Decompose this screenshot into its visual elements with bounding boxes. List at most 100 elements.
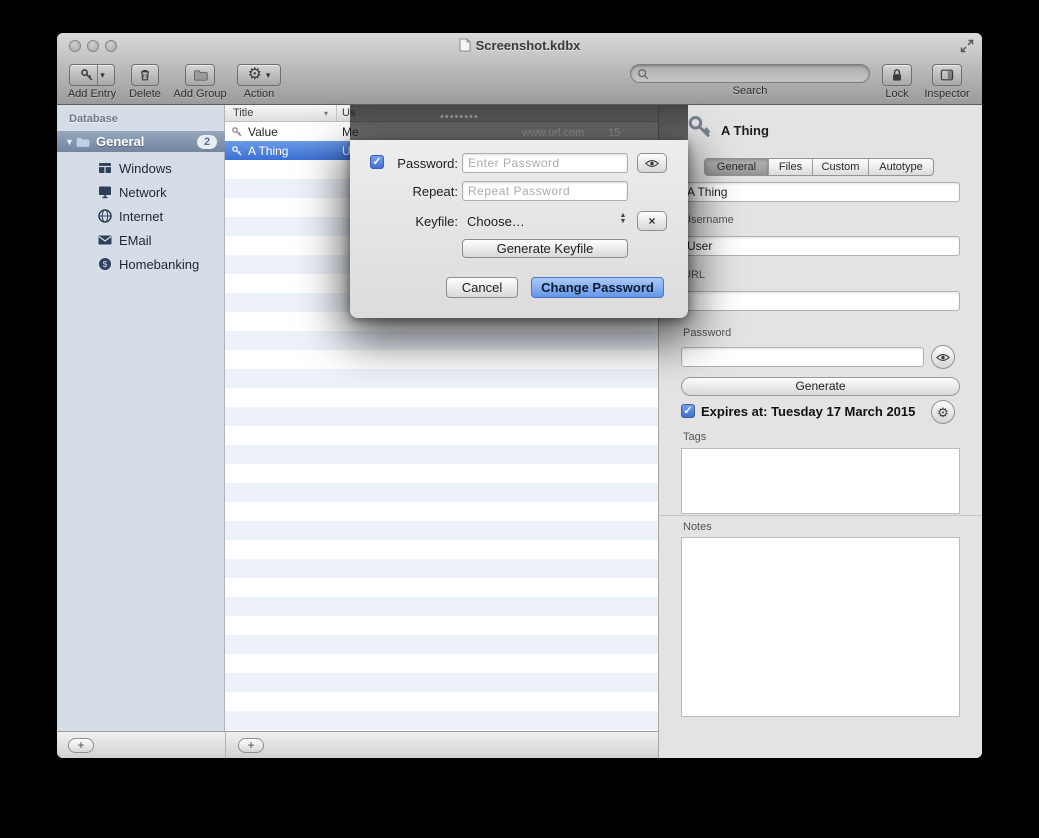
- sidebar-item-label: Internet: [119, 209, 163, 224]
- sort-indicator-icon: ▾: [324, 109, 328, 118]
- search-input[interactable]: [649, 67, 863, 81]
- homebanking-icon: $: [97, 256, 113, 272]
- lock-icon: [889, 67, 905, 83]
- titlebar: Screenshot.kdbx: [57, 33, 982, 59]
- add-entry-plus-button[interactable]: +: [238, 738, 264, 753]
- password-field[interactable]: [681, 347, 924, 367]
- sheet-password-label: Password:: [380, 156, 458, 171]
- expires-settings-button[interactable]: ⚙: [931, 400, 955, 424]
- sidebar-item-homebanking[interactable]: $ Homebanking: [57, 252, 225, 276]
- sidebar-item-label: EMail: [119, 233, 152, 248]
- dimmed-password-dots: ••••••••: [440, 111, 479, 123]
- generate-keyfile-button[interactable]: Generate Keyfile: [462, 239, 628, 258]
- add-entry-label: Add Entry: [62, 88, 122, 100]
- search-label: Search: [630, 85, 870, 97]
- sheet-body: ✓ Password: Repeat: Keyfile: Choose… ▲▼ …: [350, 140, 688, 318]
- fullscreen-icon[interactable]: [960, 39, 974, 53]
- search-field[interactable]: [630, 64, 870, 83]
- svg-text:$: $: [103, 259, 108, 269]
- title-field[interactable]: [681, 182, 960, 202]
- add-group-button[interactable]: Add Group: [172, 64, 228, 100]
- show-password-button[interactable]: [931, 345, 955, 369]
- stepper-icon[interactable]: ▲▼: [618, 213, 628, 225]
- sidebar-item-network[interactable]: Network: [57, 180, 225, 204]
- inspector-tabs: General Files Custom Autotype: [704, 158, 934, 176]
- sheet-repeat-input[interactable]: [462, 181, 628, 201]
- url-field[interactable]: [681, 291, 960, 311]
- tags-label: Tags: [683, 431, 706, 443]
- tab-general[interactable]: General: [705, 159, 769, 175]
- key-icon: [79, 67, 95, 83]
- sidebar-item-internet[interactable]: Internet: [57, 204, 225, 228]
- sheet-repeat-label: Repeat:: [380, 184, 458, 199]
- search-icon: [637, 68, 649, 80]
- tab-files[interactable]: Files: [769, 159, 813, 175]
- column-header-title[interactable]: Title: [233, 107, 253, 119]
- sidebar-group-general[interactable]: ▼ General 2: [57, 131, 225, 152]
- tags-field[interactable]: [681, 448, 960, 514]
- sidebar: Database ▼ General 2 Windows Network Int…: [57, 105, 225, 731]
- eye-icon: [936, 353, 950, 362]
- sheet-show-password-button[interactable]: [637, 153, 667, 173]
- chevron-down-icon: ▾: [100, 71, 105, 80]
- entry-title: A Thing: [248, 144, 334, 158]
- document-icon: [459, 38, 471, 52]
- add-group-plus-button[interactable]: +: [68, 738, 94, 753]
- add-entry-button[interactable]: ▾ Add Entry: [62, 64, 122, 100]
- cancel-button[interactable]: Cancel: [446, 277, 518, 298]
- bottom-bar: + +: [57, 731, 658, 758]
- inspector-label: Inspector: [917, 88, 977, 100]
- sidebar-item-label: Homebanking: [119, 257, 199, 272]
- entry-title: Value: [248, 125, 334, 139]
- chevron-down-icon: ▾: [266, 71, 271, 80]
- notes-field[interactable]: [681, 537, 960, 717]
- notes-label: Notes: [683, 521, 712, 533]
- expires-checkbox[interactable]: ✓: [681, 404, 695, 418]
- search-area: Search: [630, 64, 870, 97]
- inspector-icon: [939, 67, 955, 83]
- windows-icon: [97, 160, 113, 176]
- sidebar-item-label: Windows: [119, 161, 172, 176]
- username-field[interactable]: [681, 236, 960, 256]
- app-window: Screenshot.kdbx ▾ Add Entry Delete Add: [57, 33, 982, 758]
- dimmed-modified: 15: [608, 127, 620, 139]
- action-label: Action: [230, 88, 288, 100]
- password-label: Password: [683, 327, 731, 339]
- clear-keyfile-button[interactable]: ×: [637, 211, 667, 231]
- sidebar-item-email[interactable]: EMail: [57, 228, 225, 252]
- add-group-label: Add Group: [172, 88, 228, 100]
- dimmed-url: www.url.com: [522, 127, 584, 139]
- gear-icon: ⚙: [937, 406, 949, 419]
- group-count-badge: 2: [197, 135, 217, 149]
- internet-globe-icon: [97, 208, 113, 224]
- tab-custom[interactable]: Custom: [813, 159, 869, 175]
- dimmed-list-content: •••••••• www.url.com 15: [350, 105, 688, 140]
- segment-divider: [97, 65, 98, 85]
- column-divider[interactable]: [336, 105, 337, 122]
- inspector-entry-title: A Thing: [721, 123, 769, 138]
- generate-password-button[interactable]: Generate: [681, 377, 960, 396]
- close-icon: ×: [648, 214, 655, 228]
- keyfile-popup[interactable]: Choose…: [467, 214, 525, 229]
- delete-button[interactable]: Delete: [117, 64, 173, 100]
- action-button[interactable]: ⚙ ▾ Action: [230, 64, 288, 100]
- inspector-button[interactable]: Inspector: [917, 64, 977, 100]
- sidebar-header: Database: [69, 113, 118, 125]
- delete-label: Delete: [117, 88, 173, 100]
- folder-icon: [75, 135, 91, 149]
- sidebar-item-windows[interactable]: Windows: [57, 156, 225, 180]
- key-icon: [231, 145, 243, 157]
- envelope-icon: [97, 232, 113, 248]
- inspector-panel: A Thing General Files Custom Autotype Us…: [658, 105, 982, 758]
- eye-icon: [645, 159, 659, 168]
- key-icon: [231, 126, 243, 138]
- sidebar-group-label: General: [96, 134, 197, 149]
- disclosure-triangle-icon[interactable]: ▼: [65, 137, 75, 147]
- section-divider: [659, 515, 982, 516]
- sidebar-item-label: Network: [119, 185, 167, 200]
- sheet-password-input[interactable]: [462, 153, 628, 173]
- footer-divider: [225, 732, 226, 758]
- tab-autotype[interactable]: Autotype: [869, 159, 933, 175]
- change-password-button[interactable]: Change Password: [531, 277, 664, 298]
- sheet-keyfile-label: Keyfile:: [380, 214, 458, 229]
